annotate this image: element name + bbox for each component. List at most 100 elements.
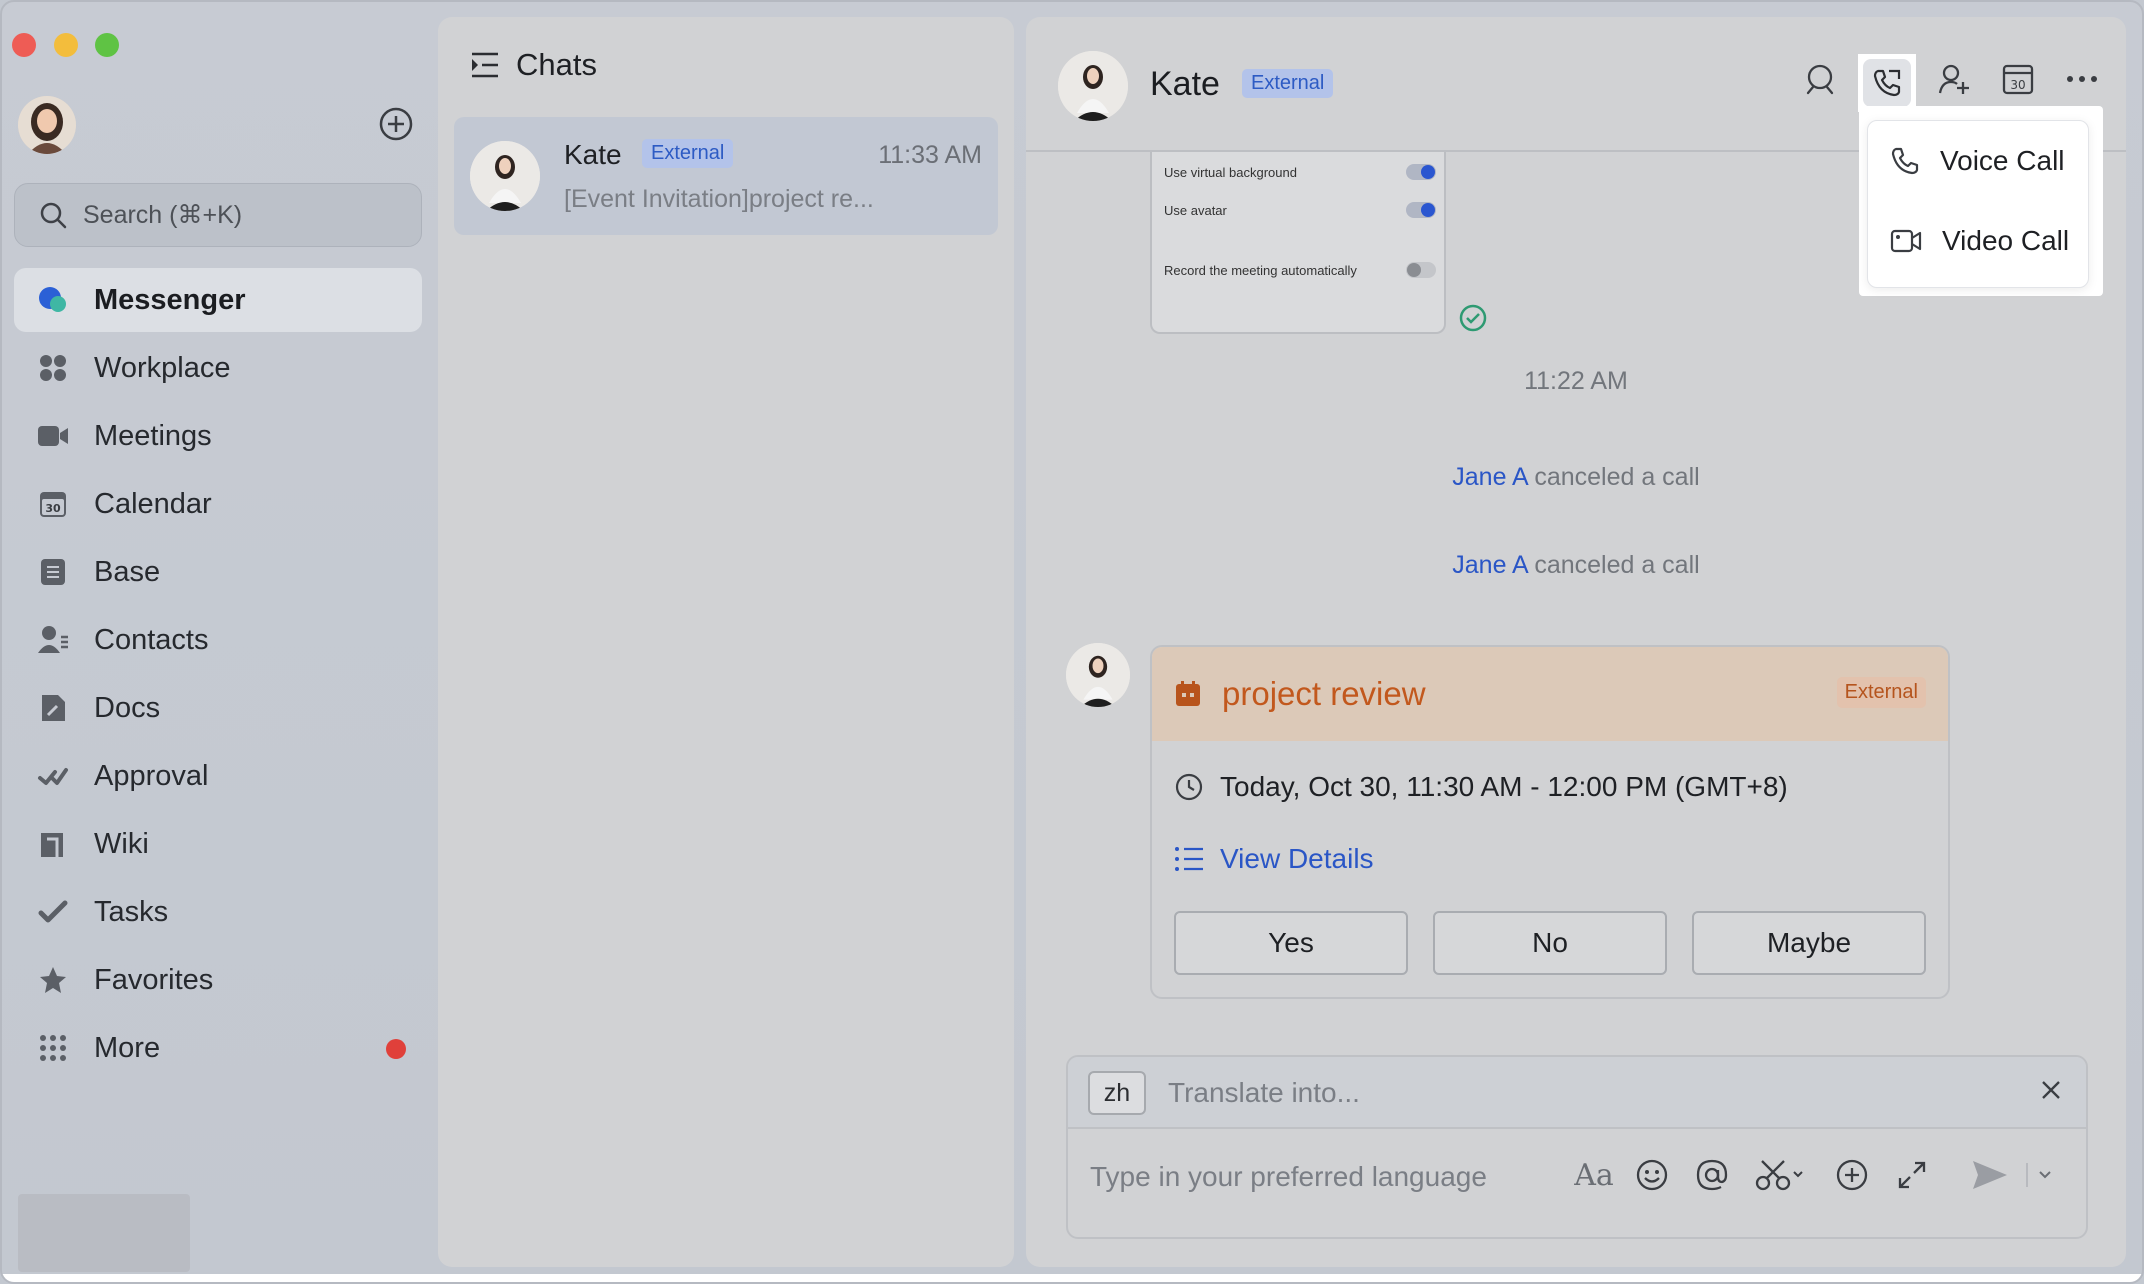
more-attachments-button[interactable] <box>1830 1153 1874 1197</box>
sidebar-item-label: Workplace <box>94 351 231 384</box>
sidebar-item-more[interactable]: More <box>14 1016 422 1080</box>
system-message-user[interactable]: Jane A <box>1452 463 1527 491</box>
mention-button[interactable] <box>1690 1153 1734 1197</box>
minimize-window-button[interactable] <box>54 33 78 57</box>
sidebar-item-docs[interactable]: Docs <box>14 676 422 740</box>
screenshot-text: Use virtual background <box>1164 164 1297 180</box>
sidebar-item-approval[interactable]: Approval <box>14 744 422 808</box>
message-input[interactable]: Type in your preferred language <box>1090 1161 1487 1193</box>
close-translate-button[interactable] <box>2038 1077 2064 1108</box>
chat-list-header: Chats <box>470 47 597 83</box>
emoji-icon <box>1636 1159 1668 1191</box>
sidebar-item-base[interactable]: Base <box>14 540 422 604</box>
system-message-user[interactable]: Jane A <box>1452 551 1527 579</box>
chat-list-title: Chats <box>516 47 597 82</box>
toggle-on <box>1406 202 1436 218</box>
search-input[interactable]: Search (⌘+K) <box>14 183 422 247</box>
sidebar-item-tasks[interactable]: Tasks <box>14 880 422 944</box>
screenshot-button[interactable] <box>1750 1153 1810 1197</box>
sidebar-item-calendar[interactable]: 30 Calendar <box>14 472 422 536</box>
sidebar-item-label: Docs <box>94 691 161 724</box>
translate-bar: zh Translate into... <box>1068 1057 2086 1129</box>
language-selector[interactable]: zh <box>1088 1071 1146 1115</box>
sidebar-item-wiki[interactable]: Wiki <box>14 812 422 876</box>
call-button[interactable] <box>1858 54 1916 112</box>
sidebar-item-label: Meetings <box>94 419 212 452</box>
rsvp-yes-button[interactable]: Yes <box>1174 911 1408 975</box>
collapse-list-icon[interactable] <box>470 51 500 79</box>
video-camera-icon <box>1890 229 1922 253</box>
sidebar-item-contacts[interactable]: Contacts <box>14 608 422 672</box>
sidebar-item-messenger[interactable]: Messenger <box>14 268 422 332</box>
scissors-icon <box>1755 1160 1803 1191</box>
expand-editor-button[interactable] <box>1890 1153 1934 1197</box>
send-options-button[interactable] <box>2024 1153 2058 1197</box>
event-invitation-card[interactable]: project review External Today, Oct 30, 1… <box>1150 645 1950 999</box>
chat-time: 11:33 AM <box>878 141 982 169</box>
message-composer: zh Translate into... Type in your prefer… <box>1066 1055 2088 1239</box>
voice-call-menu-item[interactable]: Voice Call <box>1868 121 2088 201</box>
more-apps-icon <box>36 1031 70 1065</box>
messenger-icon <box>36 283 70 317</box>
at-sign-icon <box>1696 1159 1728 1191</box>
docs-icon <box>36 691 70 725</box>
calendar-icon-day: 30 <box>45 502 61 515</box>
desktop-strip <box>2 1274 2142 1282</box>
avatar[interactable] <box>1058 51 1128 121</box>
avatar <box>470 141 540 211</box>
event-time: Today, Oct 30, 11:30 AM - 12:00 PM (GMT+… <box>1174 771 1788 803</box>
expand-icon <box>1898 1161 1926 1189</box>
chat-list-panel: Chats Kate External 11:33 AM [Event Invi… <box>438 17 1014 1267</box>
list-icon <box>1175 847 1203 871</box>
chevron-down-icon <box>2026 1163 2051 1187</box>
search-icon <box>40 202 67 229</box>
avatar[interactable] <box>1066 643 1130 707</box>
system-message: Jane A canceled a call <box>1026 463 2126 492</box>
calendar-icon: 30 <box>36 487 70 521</box>
rsvp-maybe-button[interactable]: Maybe <box>1692 911 1926 975</box>
call-options-menu: Voice Call Video Call <box>1859 106 2103 296</box>
image-message[interactable]: Use virtual background Use avatar Record… <box>1150 152 1446 334</box>
event-title: project review <box>1222 675 1426 712</box>
calendar-button[interactable]: 30 <box>1994 55 2042 103</box>
more-options-button[interactable] <box>2058 55 2106 103</box>
sidebar-item-label: More <box>94 1031 161 1064</box>
tasks-icon <box>36 895 70 929</box>
profile-avatar[interactable] <box>18 96 76 154</box>
plus-circle-icon <box>1836 1159 1868 1191</box>
view-details-link[interactable]: View Details <box>1174 843 1374 875</box>
video-call-menu-item[interactable]: Video Call <box>1868 201 2088 281</box>
event-calendar-icon <box>1176 681 1200 706</box>
chat-list-item[interactable]: Kate External 11:33 AM [Event Invitation… <box>454 117 998 235</box>
blurred-region <box>18 1194 190 1272</box>
create-new-button[interactable] <box>378 106 414 142</box>
send-button[interactable] <box>1968 1153 2012 1197</box>
sidebar-item-meetings[interactable]: Meetings <box>14 404 422 468</box>
calendar-icon-day: 30 <box>2010 78 2025 92</box>
sidebar-item-label: Favorites <box>94 963 214 996</box>
search-chat-button[interactable] <box>1796 55 1844 103</box>
sidebar-item-label: Wiki <box>94 827 149 860</box>
sidebar-nav: Messenger Workplace Meetings 30 Calendar <box>14 268 422 1084</box>
sidebar-item-label: Tasks <box>94 895 169 928</box>
zoom-window-button[interactable] <box>95 33 119 57</box>
system-message-text: canceled a call <box>1534 463 1700 491</box>
calendar-icon: 30 <box>2002 64 2034 95</box>
chat-preview: [Event Invitation]project re... <box>564 185 874 213</box>
search-placeholder: Search (⌘+K) <box>83 201 243 229</box>
translate-placeholder[interactable]: Translate into... <box>1168 1077 1360 1109</box>
sidebar-item-workplace[interactable]: Workplace <box>14 336 422 400</box>
rsvp-no-button[interactable]: No <box>1433 911 1667 975</box>
event-time-text: Today, Oct 30, 11:30 AM - 12:00 PM (GMT+… <box>1220 771 1788 802</box>
sidebar-item-favorites[interactable]: Favorites <box>14 948 422 1012</box>
emoji-button[interactable] <box>1630 1153 1674 1197</box>
toggle-on <box>1406 164 1436 180</box>
close-window-button[interactable] <box>12 33 36 57</box>
text-format-button[interactable]: Aa <box>1572 1153 1616 1197</box>
event-card-header: project review External <box>1152 647 1948 741</box>
contacts-icon <box>36 623 70 657</box>
add-member-button[interactable] <box>1930 55 1978 103</box>
system-message-text: canceled a call <box>1534 551 1700 579</box>
search-icon <box>1806 64 1834 95</box>
system-message: Jane A canceled a call <box>1026 551 2126 580</box>
